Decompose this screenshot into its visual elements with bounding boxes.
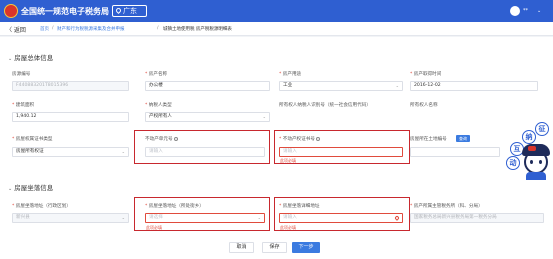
unit-no-label: 不动产单元号 xyxy=(145,136,178,142)
mascot-bubble: 纳 xyxy=(522,130,536,144)
chevron-down-icon[interactable]: ⌄ xyxy=(537,8,541,14)
cert-no-label: * 不动产权证书号 xyxy=(279,136,320,142)
cert-type-label: * 房屋权属证书类型 xyxy=(12,137,53,142)
service-mascot[interactable]: 征 纳 互 动 xyxy=(502,122,552,180)
map-pin-icon[interactable] xyxy=(394,215,400,221)
breadcrumb-tax-collection[interactable]: 财产和行为税税源采集及合并申报 xyxy=(57,26,125,32)
breadcrumb-home[interactable]: 首页 xyxy=(40,26,49,32)
region-selector[interactable]: 广东 xyxy=(112,5,147,17)
next-step-button[interactable]: 下一步 xyxy=(292,242,320,253)
tax-office-select: 国家税务总局新兴县税务局第一税务分局 xyxy=(410,213,544,223)
acquire-time-datepicker[interactable]: 2016-12-02 xyxy=(410,81,538,91)
chevron-down-icon: ⌄ xyxy=(257,215,261,220)
land-no-input[interactable] xyxy=(410,147,500,157)
property-use-select[interactable]: 工业 ⌄ xyxy=(279,81,403,91)
taxpayer-type-label: * 纳税人类型 xyxy=(145,103,172,108)
location-pin-icon xyxy=(114,6,123,15)
mascot-hat xyxy=(522,144,550,156)
user-name[interactable]: ** xyxy=(523,8,528,14)
house-id-label: 房源编号 xyxy=(12,72,31,77)
chevron-down-icon: ⌄ xyxy=(395,83,399,88)
mascot-body xyxy=(526,172,546,180)
property-use-label: * 房产用途 xyxy=(279,72,302,77)
address-region-label: * 房屋坐落地址（所处街乡） xyxy=(145,204,204,209)
breadcrumb-separator: / xyxy=(157,26,159,31)
building-area-input[interactable]: 1,940.12 xyxy=(12,112,129,122)
chevron-down-icon: ⌄ xyxy=(8,56,13,62)
house-id-field: F440883201T8015396 xyxy=(12,81,129,91)
district-label: * 房屋坐落地址（行政区划） xyxy=(12,204,71,209)
address-region-error: 此项必填 xyxy=(146,225,162,230)
taxpayer-type-select[interactable]: 产权所有人 ⌄ xyxy=(145,112,270,122)
form-content: ⌄ 房屋总体信息 房源编号 F440883201T8015396 * 房产名称 办… xyxy=(0,37,553,259)
owner-tax-id-label: 所有权人纳税人识别号（统一社会信用代码） xyxy=(279,103,371,108)
property-name-input[interactable]: 办公楼 xyxy=(145,81,270,91)
mascot-bubble: 动 xyxy=(506,156,520,170)
breadcrumb-current: 城镇土地使用税 房产税税源明细表 xyxy=(163,27,232,32)
address-region-select[interactable]: 请选择 ⌄ xyxy=(145,213,265,223)
cert-no-input[interactable]: 请输入 xyxy=(279,147,403,157)
back-button[interactable]: 〈 返回 xyxy=(6,25,26,34)
region-label: 广东 xyxy=(123,7,137,15)
info-icon xyxy=(315,136,320,141)
detail-address-error: 此项必填 xyxy=(280,225,296,230)
mascot-eye xyxy=(530,160,533,164)
chevron-down-icon: ⌄ xyxy=(262,114,266,119)
tax-emblem-logo xyxy=(4,4,18,18)
chevron-down-icon: ⌄ xyxy=(8,186,13,192)
chevron-down-icon: ⌄ xyxy=(121,215,125,220)
section-house-info-title[interactable]: ⌄ 房屋总体信息 xyxy=(8,52,53,62)
save-button[interactable]: 保存 xyxy=(262,242,287,253)
top-header: 全国统一规范电子税务局 广东 ** ⌄ xyxy=(0,0,553,22)
acquire-time-label: * 房产取得时间 xyxy=(410,72,442,77)
building-area-label: * 建筑面积 xyxy=(12,103,35,108)
tax-office-label: * 房产所属主管税务所（科、分局） xyxy=(410,204,483,209)
district-select: 新兴县 ⌄ xyxy=(12,213,129,223)
info-icon xyxy=(173,136,178,141)
user-avatar[interactable] xyxy=(510,6,520,16)
land-no-label: 房屋所在土地编号 xyxy=(410,137,447,142)
section-house-location-title[interactable]: ⌄ 房屋坐落信息 xyxy=(8,182,53,192)
breadcrumb-bar: 〈 返回 首页 / 财产和行为税税源采集及合并申报 / 城镇土地使用税 房产税税… xyxy=(0,22,553,36)
unit-no-input[interactable]: 请输入 xyxy=(145,147,265,157)
cert-type-select[interactable]: 房屋所有权证 ⌄ xyxy=(12,147,129,157)
mascot-badge xyxy=(528,146,536,151)
mascot-bubble: 征 xyxy=(535,122,549,136)
land-query-button[interactable]: 查询 xyxy=(456,135,470,142)
mascot-eye xyxy=(539,160,542,164)
cert-no-error: 此项必填 xyxy=(280,158,296,163)
property-name-label: * 房产名称 xyxy=(145,72,168,77)
cancel-button[interactable]: 取消 xyxy=(229,242,254,253)
app-title: 全国统一规范电子税务局 xyxy=(21,7,109,16)
detail-address-input[interactable]: 请输入 xyxy=(279,213,403,223)
breadcrumb-separator: / xyxy=(52,26,54,31)
chevron-down-icon: ⌄ xyxy=(121,149,125,154)
owner-name-label: 所有权人名称 xyxy=(410,103,438,108)
detail-address-label: * 房屋坐落详细地址 xyxy=(279,204,320,209)
